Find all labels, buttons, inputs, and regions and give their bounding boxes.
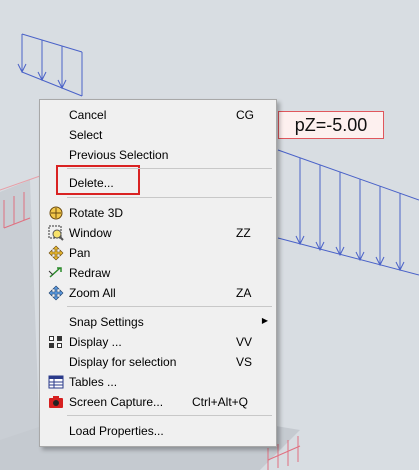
menu-item-shortcut: VS [236,355,253,369]
redraw-icon [48,265,64,281]
menu-item-shortcut: Ctrl+Alt+Q [192,395,249,409]
menu-item-label: Cancel [69,108,107,122]
menu-item-label: Rotate 3D [69,206,124,220]
menu-item-label: Previous Selection [69,148,169,162]
menu-item-screen-capture[interactable]: Screen Capture... Ctrl+Alt+Q [42,392,274,412]
menu-item-redraw[interactable]: Redraw [42,263,274,283]
menu-item-shortcut: ZA [236,286,252,300]
menu-item-previous-selection[interactable]: Previous Selection [42,145,274,165]
menu-item-tables[interactable]: Tables ... [42,372,274,392]
menu-separator [67,168,272,169]
rotate-3d-icon [48,205,64,221]
menu-item-display-for-selection[interactable]: Display for selection VS [42,352,274,372]
menu-item-snap-settings[interactable]: Snap Settings ▶ [42,312,274,332]
menu-item-zoom-all[interactable]: Zoom All ZA [42,283,274,303]
pan-icon [48,245,64,261]
menu-item-select[interactable]: Select [42,125,274,145]
zoom-window-icon [48,225,64,241]
menu-separator [67,415,272,416]
menu-item-label: Window [69,226,112,240]
menu-item-label: Tables ... [69,375,118,389]
menu-item-label: Pan [69,246,91,260]
menu-item-label: Display for selection [69,355,177,369]
camera-icon [48,394,64,410]
display-icon [48,334,64,350]
menu-item-label: Load Properties... [69,424,164,438]
menu-item-display[interactable]: Display ... VV [42,332,274,352]
menu-item-shortcut: CG [236,108,254,122]
menu-separator [67,197,272,198]
menu-separator [67,306,272,307]
distributed-load-top [17,33,83,97]
slab-surface-left [0,180,40,445]
context-menu: Cancel CG Select Previous Selection Dele… [39,99,277,447]
menu-item-label: Redraw [69,266,111,280]
tables-icon [48,374,64,390]
menu-item-label: Screen Capture... [69,395,164,409]
menu-item-window[interactable]: Window ZZ [42,223,274,243]
submenu-arrow-icon: ▶ [261,316,268,325]
zoom-all-icon [48,285,64,301]
menu-item-cancel[interactable]: Cancel CG [42,105,274,125]
menu-item-label: Select [69,128,103,142]
distributed-load-right [277,149,419,276]
menu-item-shortcut: VV [236,335,253,349]
menu-item-label: Display ... [69,335,122,349]
menu-item-delete[interactable]: Delete... [42,173,274,193]
menu-item-rotate-3d[interactable]: Rotate 3D [42,203,274,223]
menu-item-shortcut: ZZ [236,226,251,240]
menu-item-pan[interactable]: Pan [42,243,274,263]
menu-item-load-properties[interactable]: Load Properties... [42,421,274,441]
load-value-label: pZ=-5.00 [278,111,384,139]
menu-item-label: Zoom All [69,286,116,300]
menu-item-label: Snap Settings [69,315,144,329]
menu-item-label: Delete... [69,176,114,190]
